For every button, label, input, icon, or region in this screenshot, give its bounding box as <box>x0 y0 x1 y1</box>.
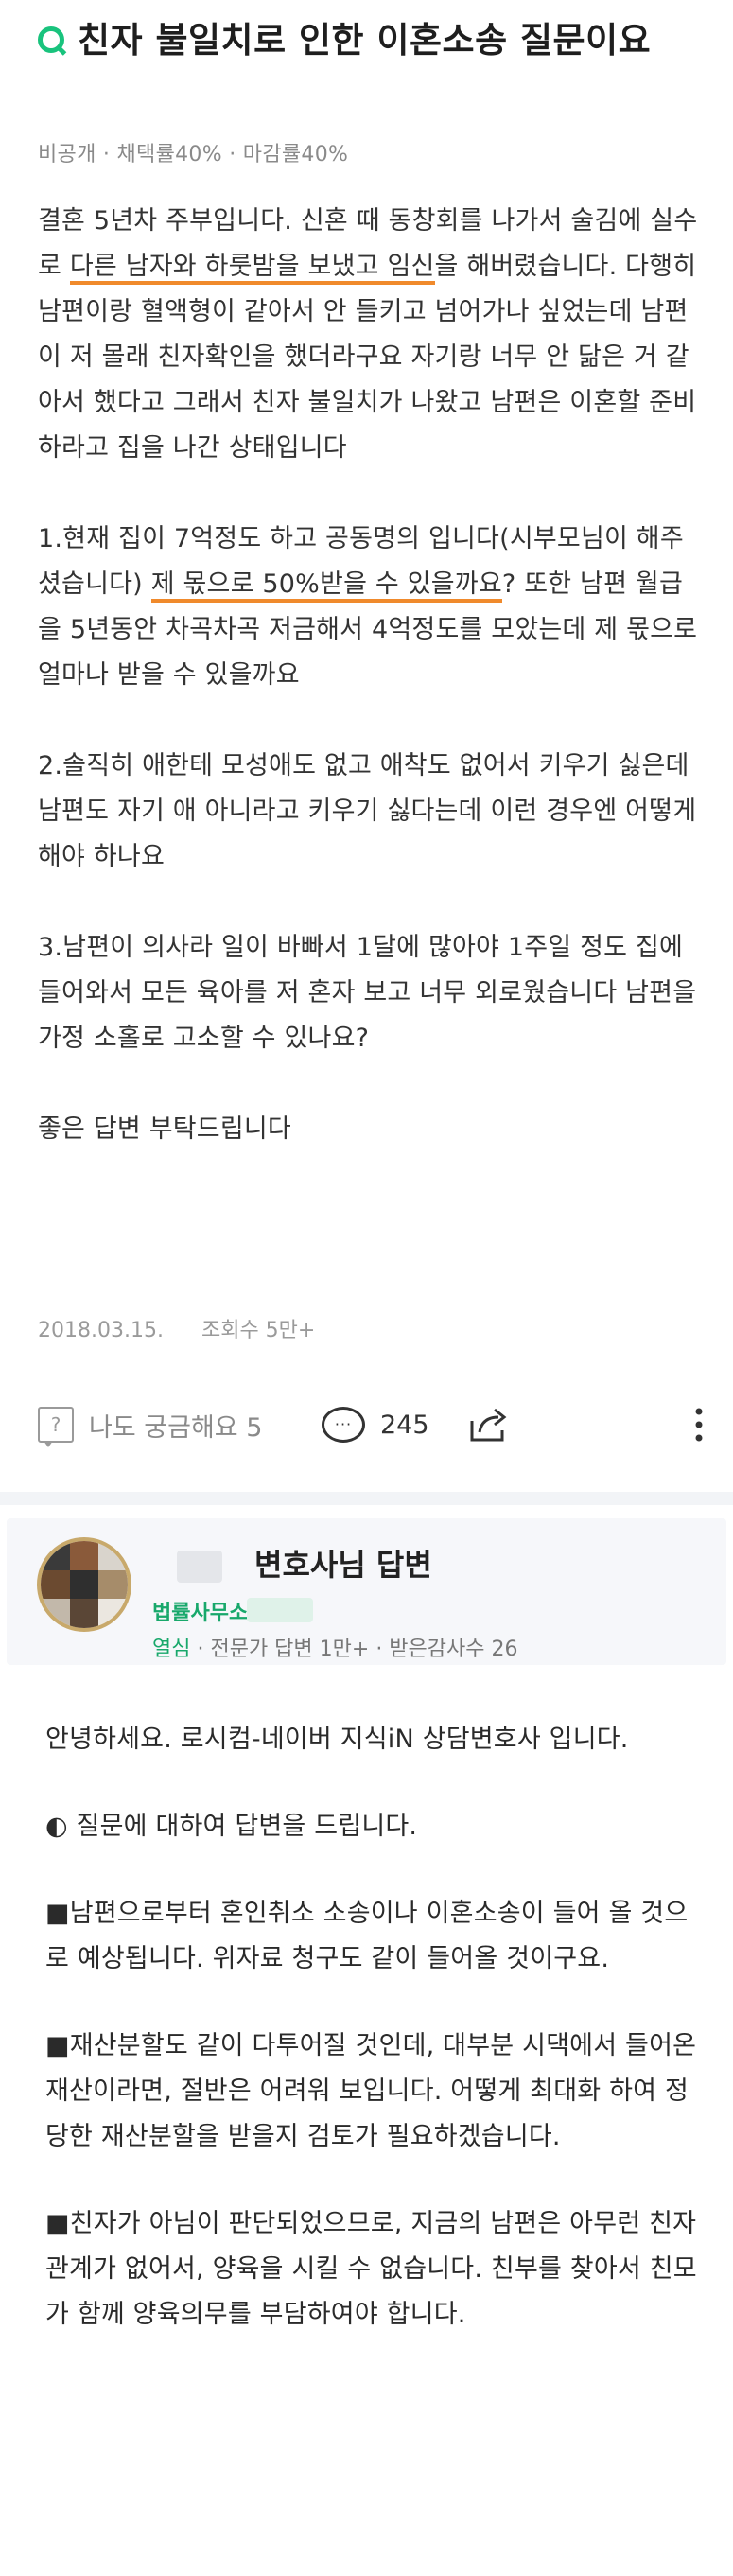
question-title-text: 친자 불일치로 인한 이혼소송 질문이요 <box>78 20 652 61</box>
section-divider <box>0 1492 733 1505</box>
question-date: 2018.03.15. <box>38 1319 164 1342</box>
question-title: 친자 불일치로 인한 이혼소송 질문이요 <box>38 13 700 67</box>
answer-paragraph: ■남편으로부터 혼인취소 소송이나 이혼소송이 들어 올 것으로 예상됩니다. … <box>45 1899 689 1973</box>
question-paragraph-3: 2.솔직히 애한테 모성애도 없고 애착도 없어서 키우기 싫은데 남편도 자기… <box>38 751 697 871</box>
answer-paragraph: ◐ 질문에 대하여 답변을 드립니다. <box>45 1812 418 1841</box>
answerer-stats: 열심 · 전문가 답변 1만+ · 받은감사수 26 <box>152 1632 518 1662</box>
answerer-rank: 열심 <box>152 1638 191 1661</box>
qa-page: 친자 불일치로 인한 이혼소송 질문이요 비공개 · 채택률40% · 마감률4… <box>0 0 733 2576</box>
action-bar: ? 나도 궁금해요 5 ··· 245 <box>38 1398 705 1451</box>
share-icon <box>468 1406 510 1444</box>
answer-paragraph: ■재산분할도 같이 다투어질 것인데, 대부분 시댁에서 들어온 재산이라면, … <box>45 2031 697 2151</box>
more-button[interactable] <box>693 1398 705 1451</box>
answerer-title: 변호사님 답변 <box>254 1547 432 1583</box>
question-meta: 비공개 · 채택률40% · 마감률40% <box>38 143 349 166</box>
question-date-row: 2018.03.15. 조회수 5만+ <box>38 1313 315 1343</box>
question-icon: ? <box>38 1407 74 1447</box>
avatar[interactable] <box>37 1537 131 1632</box>
more-icon <box>693 1406 705 1444</box>
view-count: 조회수 5만+ <box>201 1319 316 1342</box>
redacted-name <box>177 1551 222 1583</box>
curious-label: 나도 궁금해요 5 <box>89 1412 263 1443</box>
answer-header: 변호사님 답변 법률사무소 열심 · 전문가 답변 1만+ · 받은감사수 26 <box>7 1518 726 1665</box>
answer-body: 안녕하세요. 로시컴-네이버 지식iN 상담변호사 입니다. ◐ 질문에 대하여… <box>45 1717 698 2338</box>
curious-button[interactable]: ? 나도 궁금해요 5 <box>38 1398 262 1451</box>
question-paragraph-2: 1.현재 집이 7억정도 하고 공동명의 입니다(시부모님이 해주셨습니다) 제… <box>38 524 698 690</box>
comment-icon: ··· <box>322 1407 365 1443</box>
answerer-stats-text: · 전문가 답변 1만+ · 받은감사수 26 <box>190 1638 518 1661</box>
question-paragraph-4: 3.남편이 의사라 일이 바빠서 1달에 많아야 1주일 정도 집에 들어와서 … <box>38 933 697 1053</box>
share-button[interactable] <box>468 1398 510 1451</box>
question-paragraph-5: 좋은 답변 부탁드립니다 <box>38 1114 291 1144</box>
question-paragraph-1: 결혼 5년차 주부입니다. 신혼 때 동창회를 나가서 술김에 실수로 다른 남… <box>38 206 698 463</box>
comment-count: 245 <box>380 1410 429 1440</box>
redacted-firm <box>247 1598 313 1622</box>
answer-paragraph: 안녕하세요. 로시컴-네이버 지식iN 상담변호사 입니다. <box>45 1725 629 1754</box>
answer-paragraph: ■친자가 아님이 판단되었으므로, 지금의 남편은 아무런 친자관계가 없어서,… <box>45 2209 697 2329</box>
highlighted-text: 다른 남자와 하룻밤을 보냈고 임신 <box>69 252 435 285</box>
comment-button[interactable]: ··· 245 <box>322 1398 429 1451</box>
highlighted-text: 제 몫으로 50%받을 수 있을까요 <box>150 570 502 603</box>
question-mark-icon <box>38 26 64 53</box>
question-body: 결혼 5년차 주부입니다. 신혼 때 동창회를 나가서 술김에 실수로 다른 남… <box>38 199 705 1152</box>
law-firm-name: 법률사무소 <box>152 1602 249 1625</box>
